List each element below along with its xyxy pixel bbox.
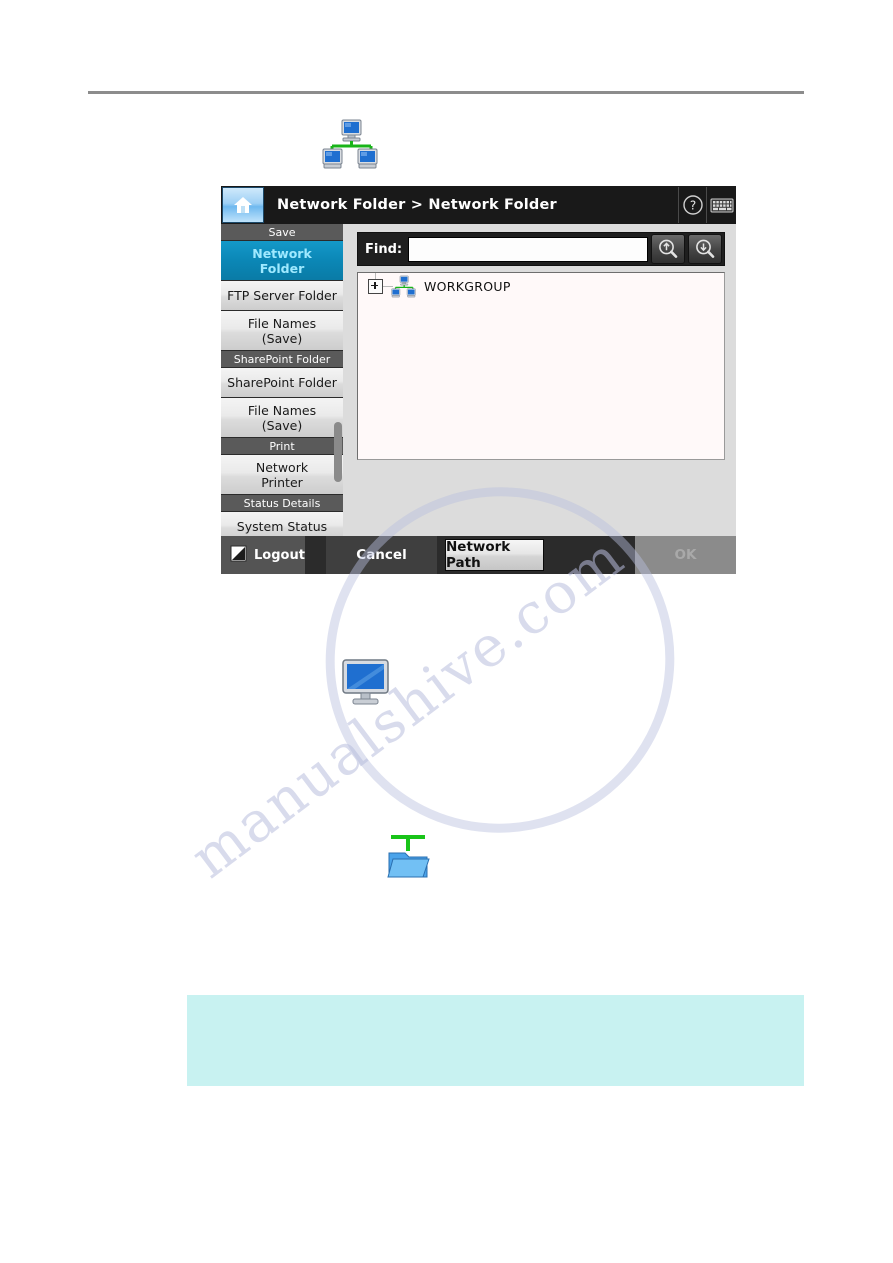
sidebar: Save Network Folder FTP Server Folder Fi… [221,224,343,536]
ok-button[interactable]: OK [635,536,736,574]
bottom-toolbar: Logout Cancel Network Path OK [221,536,736,574]
logout-icon [230,545,247,566]
computer-monitor-icon [341,659,391,710]
network-folder-icon [385,833,431,885]
tree-item-label: WORKGROUP [424,278,511,294]
search-input[interactable] [408,236,649,262]
network-path-region: Network Path [437,536,635,574]
svg-text:?: ? [689,199,695,213]
sidebar-item-system-status[interactable]: System Status [221,512,343,536]
help-question-icon[interactable]: ? [678,187,706,223]
toolbar-gap [305,536,326,574]
sidebar-item-file-names-save-1[interactable]: File Names (Save) [221,311,343,351]
sidebar-item-sharepoint-folder[interactable]: SharePoint Folder [221,368,343,398]
sidebar-group-status-details: Status Details [221,495,343,512]
sidebar-item-label: System Status [236,519,328,534]
network-tree-panel: WORKGROUP [357,272,725,460]
sidebar-item-label: FTP Server Folder [227,288,337,303]
logout-button[interactable]: Logout [221,536,305,574]
sidebar-group-save: Save [221,224,343,241]
sidebar-item-label: SharePoint Folder [227,375,337,390]
sidebar-group-sharepoint-folder: SharePoint Folder [221,351,343,368]
sidebar-item-network-folder[interactable]: Network Folder [221,241,343,281]
tree-row[interactable]: WORKGROUP [358,273,724,299]
logout-label: Logout [254,547,305,563]
tree-expand-icon[interactable] [368,278,383,294]
sidebar-item-label: Network Printer [255,459,309,490]
sidebar-scrollbar[interactable] [334,224,342,536]
home-icon[interactable] [222,187,264,223]
sidebar-group-print: Print [221,438,343,455]
network-workgroup-icon [322,118,378,174]
sidebar-scrollbar-thumb[interactable] [334,422,342,482]
search-up-icon[interactable] [651,234,686,264]
sidebar-item-label: Network Folder [252,245,312,276]
sidebar-item-label: File Names (Save) [247,315,317,346]
page-top-rule [88,91,804,94]
cancel-button[interactable]: Cancel [326,536,437,574]
find-bar: Find: [357,232,725,266]
sidebar-item-label: File Names (Save) [247,402,317,433]
network-path-label: Network Path [446,539,511,571]
device-panel: Network Folder > Network Folder ? Save N… [221,186,736,574]
breadcrumb: Network Folder > Network Folder [277,197,557,213]
cancel-label: Cancel [356,547,407,563]
note-callout-box [187,995,804,1086]
search-down-icon[interactable] [688,234,723,264]
device-header: Network Folder > Network Folder ? [221,186,736,225]
header-actions: ? [678,186,736,224]
content-area: Find: WORKGROUP [343,224,736,536]
network-workgroup-icon [391,275,416,298]
network-path-button[interactable]: Network Path [445,539,544,571]
sidebar-item-file-names-save-2[interactable]: File Names (Save) [221,398,343,438]
ok-label: OK [674,547,697,563]
find-label: Find: [365,241,403,257]
sidebar-item-ftp-server-folder[interactable]: FTP Server Folder [221,281,343,311]
sidebar-item-network-printer[interactable]: Network Printer [221,455,343,495]
keyboard-icon[interactable] [706,187,736,223]
